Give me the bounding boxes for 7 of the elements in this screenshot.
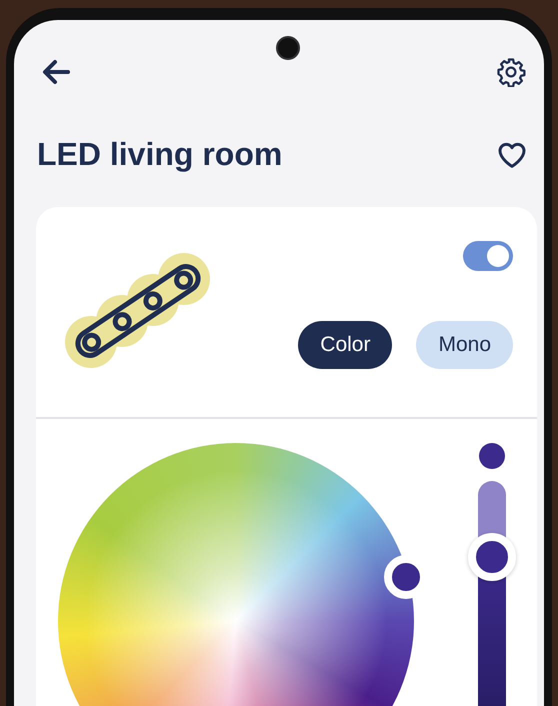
settings-icon[interactable] <box>496 57 526 87</box>
power-toggle[interactable] <box>463 241 513 271</box>
page-title: LED living room <box>37 136 282 173</box>
mode-button[interactable]: Color <box>298 321 392 369</box>
mode-button[interactable]: Mono <box>416 321 513 369</box>
camera-icon <box>276 36 300 60</box>
brightness-dot-icon <box>479 443 505 469</box>
